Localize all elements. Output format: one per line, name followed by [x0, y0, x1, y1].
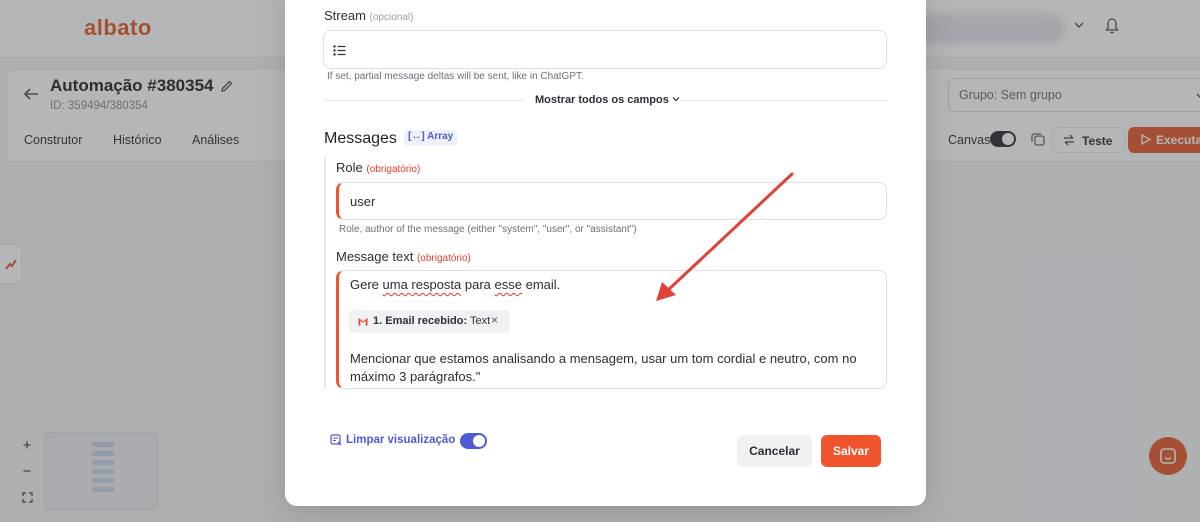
list-icon — [333, 45, 346, 56]
required-tag: (obrigatório) — [416, 253, 471, 264]
role-label: Role (obrigatório) — [336, 160, 420, 175]
spellcheck-fragment: esse — [494, 277, 522, 292]
stream-input[interactable] — [323, 30, 887, 69]
role-input[interactable]: user — [336, 182, 887, 220]
divider — [682, 100, 886, 101]
message-text-label: Message text (obrigatório) — [336, 249, 471, 264]
clear-view-label[interactable]: Limpar visualização — [346, 434, 455, 446]
chip-label-type: Text — [470, 315, 491, 327]
variable-chip-email-received[interactable]: 1. Email recebido: Text × — [349, 310, 510, 333]
array-brackets-icon: [↔] — [408, 131, 425, 142]
divider — [324, 100, 524, 101]
role-hint: Role, author of the message (either "sys… — [339, 224, 637, 235]
chip-label: 1. Email recebido: Text — [373, 315, 490, 327]
show-all-fields-toggle[interactable]: Mostrar todos os campos — [535, 94, 680, 106]
message-line-4: máximo 3 parágrafos." — [350, 369, 481, 384]
spellcheck-fragment: uma resposta — [382, 277, 462, 292]
message-line-1: Gere uma resposta para esse email. — [350, 276, 560, 294]
cancel-button[interactable]: Cancelar — [737, 435, 812, 467]
stream-hint: If set, partial message deltas will be s… — [327, 71, 584, 82]
gmail-icon — [358, 318, 368, 326]
chevron-down-icon — [672, 97, 680, 102]
array-group-line — [324, 157, 326, 389]
required-tag: (obrigatório) — [366, 164, 421, 175]
role-label-text: Role — [336, 160, 363, 175]
save-button[interactable]: Salvar — [821, 435, 881, 467]
stream-label-text: Stream — [324, 8, 366, 23]
text-fragment: email. — [522, 277, 561, 292]
text-fragment: para — [461, 277, 495, 292]
stream-label: Stream (opcional) — [324, 8, 413, 23]
clear-view-toggle[interactable] — [460, 433, 487, 449]
message-text-label-text: Message text — [336, 249, 414, 264]
message-line-3: Mencionar que estamos analisando a mensa… — [350, 351, 857, 366]
optional-tag: (opcional) — [369, 12, 414, 23]
messages-title: Messages — [324, 130, 397, 147]
action-settings-modal: Stream (opcional) If set, partial messag… — [285, 0, 926, 506]
array-badge-label: Array — [427, 131, 454, 142]
chip-remove-icon[interactable]: × — [491, 313, 498, 327]
array-badge: [↔] Array — [404, 130, 458, 146]
chip-label-bold: 1. Email recebido: — [373, 315, 468, 327]
show-all-fields-label: Mostrar todos os campos — [535, 94, 669, 106]
text-fragment: Gere — [350, 277, 383, 292]
clear-view-icon — [330, 434, 342, 446]
role-input-value: user — [350, 194, 376, 209]
